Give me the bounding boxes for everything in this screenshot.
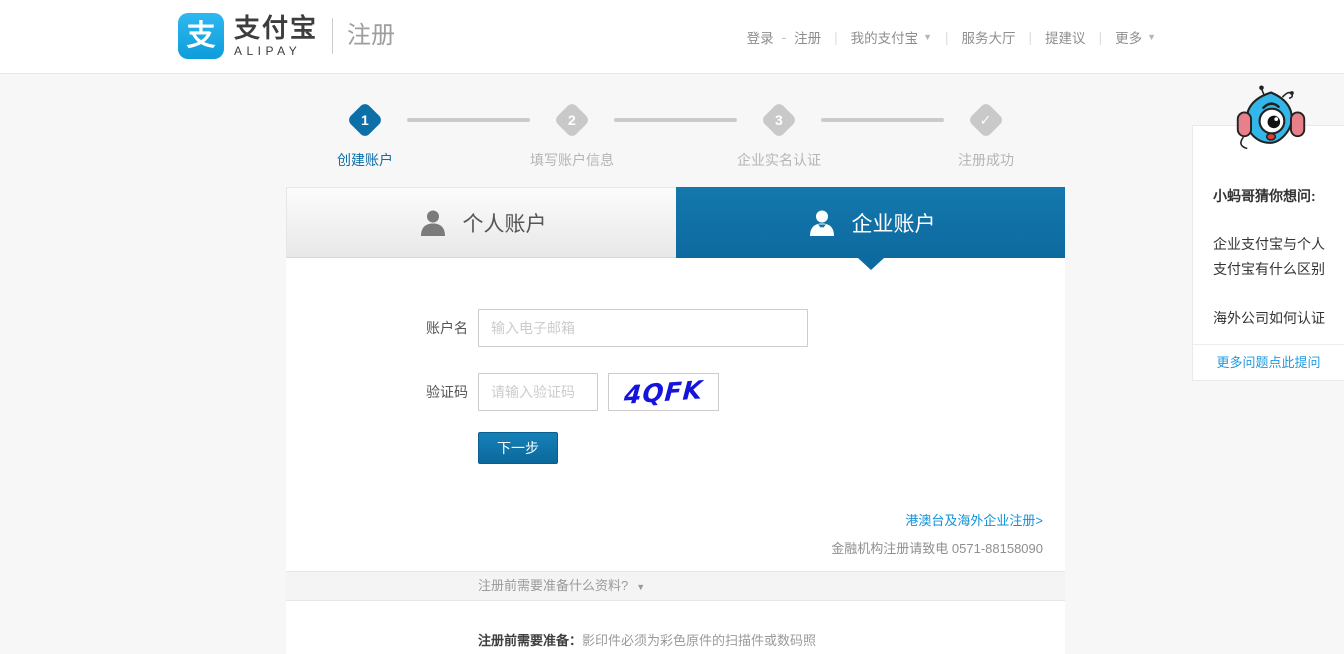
- tab-enterprise-account[interactable]: 企业账户: [676, 187, 1065, 270]
- nav-my-alipay-label: 我的支付宝: [850, 31, 919, 46]
- step-fill-info: 2 填写账户信息: [524, 100, 620, 170]
- mascot-robot-icon: [1236, 85, 1306, 150]
- help-question-2[interactable]: 海外公司如何认证: [1213, 306, 1330, 331]
- account-name-label: 账户名: [426, 320, 468, 336]
- tab-enterprise-label: 企业账户: [851, 212, 936, 236]
- step-2-label: 填写账户信息: [530, 152, 614, 168]
- step-2-number: 2: [568, 111, 576, 128]
- prep-label: 注册前需要准备：: [478, 633, 583, 648]
- help-title: 小蚂哥猜你想问:: [1213, 188, 1316, 204]
- nav-my-alipay[interactable]: 我的支付宝 ▼: [851, 27, 932, 47]
- step-connector: [821, 118, 944, 122]
- tab-pointer: [857, 258, 884, 270]
- aux-links: 港澳台及海外企业注册> 金融机构注册请致电 0571-88158090: [286, 512, 1065, 558]
- tab-personal-account[interactable]: 个人账户: [286, 187, 676, 258]
- captcha-label: 验证码: [426, 384, 468, 400]
- account-type-tabs: 个人账户 企业账户: [286, 187, 1065, 270]
- submit-row: 下一步: [286, 432, 1065, 464]
- progress-steps: 1 创建账户 2 填写账户信息 3 企业实名认证 ✓ 注册成功: [286, 100, 1065, 170]
- chevron-down-icon: ▼: [1147, 32, 1156, 42]
- business-person-icon: [809, 210, 834, 236]
- logo-divider: [332, 18, 334, 54]
- step-1-number: 1: [361, 111, 369, 128]
- account-name-row: 账户名: [286, 308, 1065, 348]
- nav-separator: |: [1098, 29, 1103, 45]
- brand-name-en: ALIPAY: [234, 44, 302, 58]
- step-connector: [407, 118, 530, 122]
- check-icon: ✓: [980, 111, 992, 128]
- person-icon: [420, 210, 445, 236]
- brand-block: 支付宝 ALIPAY: [234, 13, 318, 59]
- step-2-marker: 2: [552, 100, 592, 140]
- step-3-label: 企业实名认证: [737, 152, 821, 168]
- step-success: ✓ 注册成功: [938, 100, 1034, 170]
- step-3-marker: 3: [759, 100, 799, 140]
- page: 支 支付宝 ALIPAY 注册 登录 - 注册 | 我的支付宝 ▼ | 服务大厅 …: [0, 0, 1344, 654]
- step-verify-enterprise: 3 企业实名认证: [731, 100, 827, 170]
- account-name-input[interactable]: [478, 309, 808, 347]
- step-4-label: 注册成功: [958, 152, 1014, 168]
- nav-register[interactable]: 注册: [794, 27, 821, 47]
- alipay-logo[interactable]: 支 支付宝 ALIPAY 注册: [178, 13, 395, 59]
- chevron-down-icon: ▼: [923, 32, 933, 42]
- mascot-robot: [1233, 82, 1309, 160]
- captcha-code: 4QFK: [623, 374, 704, 410]
- prep-text: 影印件必须为彩色原件的扫描件或数码照: [582, 633, 817, 648]
- nav-separator: |: [1028, 29, 1033, 45]
- step-1-label: 创建账户: [337, 152, 393, 168]
- nav-separator: |: [834, 29, 838, 45]
- nav-more-label: 更多: [1115, 31, 1143, 46]
- next-step-button[interactable]: 下一步: [478, 432, 558, 464]
- register-form: 账户名 验证码 4QFK 下一步: [286, 258, 1065, 464]
- nav-separator: |: [945, 29, 949, 45]
- nav-dash: -: [781, 29, 787, 45]
- help-footer: 更多问题点此提问: [1193, 344, 1344, 380]
- step-create-account: 1 创建账户: [317, 100, 413, 170]
- step-3-number: 3: [775, 111, 783, 128]
- top-nav: 登录 - 注册 | 我的支付宝 ▼ | 服务大厅 | 提建议 | 更多 ▼: [747, 0, 1156, 74]
- captcha-image[interactable]: 4QFK: [608, 373, 719, 411]
- nav-service-hall[interactable]: 服务大厅: [962, 27, 1016, 47]
- nav-more[interactable]: 更多 ▼: [1115, 27, 1156, 47]
- captcha-input[interactable]: [478, 373, 598, 411]
- nav-login[interactable]: 登录: [747, 27, 774, 47]
- overseas-register-link[interactable]: 港澳台及海外企业注册>: [905, 513, 1043, 528]
- step-connector: [614, 118, 737, 122]
- header: 支 支付宝 ALIPAY 注册 登录 - 注册 | 我的支付宝 ▼ | 服务大厅 …: [0, 0, 1344, 74]
- chevron-down-icon: ▼: [636, 582, 646, 592]
- page-title: 注册: [347, 22, 396, 49]
- nav-suggestions[interactable]: 提建议: [1045, 27, 1086, 47]
- help-panel: 小蚂哥猜你想问: 企业支付宝与个人支付宝有什么区别 海外公司如何认证 更多问题点…: [1192, 125, 1344, 381]
- prep-question: 注册前需要准备什么资料?: [478, 578, 629, 593]
- tab-personal-label: 个人账户: [462, 212, 547, 236]
- captcha-row: 验证码 4QFK: [286, 372, 1065, 412]
- logo-glyph: 支: [186, 20, 216, 52]
- help-question-1[interactable]: 企业支付宝与个人支付宝有什么区别: [1213, 232, 1330, 282]
- finance-phone: 0571-88158090: [951, 541, 1043, 556]
- finance-contact-text: 金融机构注册请致电: [831, 541, 949, 556]
- finance-contact-line: 金融机构注册请致电 0571-88158090: [286, 540, 1043, 558]
- register-card: 个人账户 企业账户 账户名 验证码: [286, 187, 1065, 654]
- step-4-marker: ✓: [966, 100, 1006, 140]
- brand-name-cn: 支付宝: [234, 13, 319, 43]
- prep-accordion-header[interactable]: 注册前需要准备什么资料? ▼: [286, 571, 1065, 601]
- prep-content: 注册前需要准备：影印件必须为彩色原件的扫描件或数码照: [286, 601, 1065, 649]
- step-1-marker: 1: [345, 100, 385, 140]
- alipay-logo-icon: 支: [178, 13, 224, 59]
- more-questions-link[interactable]: 更多问题点此提问: [1216, 355, 1320, 370]
